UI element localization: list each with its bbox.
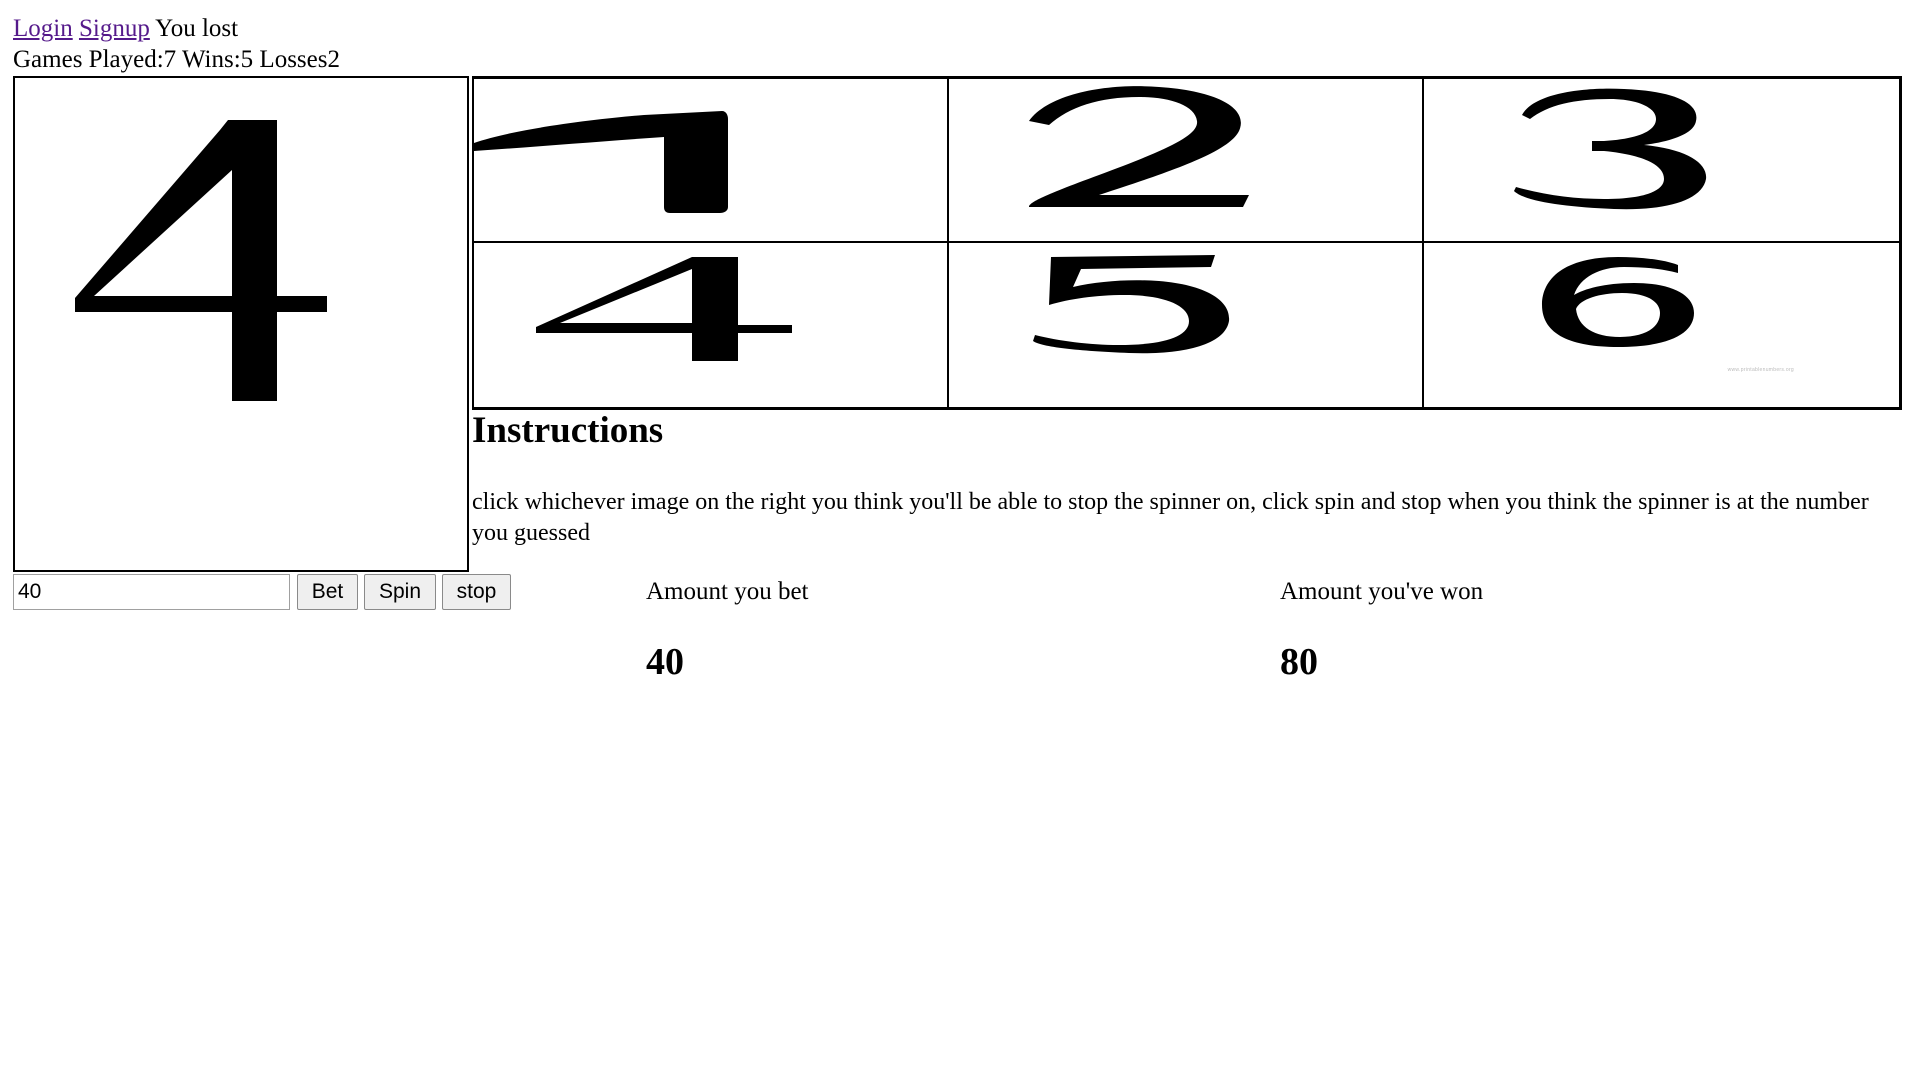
- number-3-image: [1514, 88, 1707, 210]
- spinner-display: [13, 76, 469, 572]
- top-bar: Login Signup You lost: [13, 13, 238, 44]
- number-2-image: [1029, 86, 1249, 207]
- option-cell-5[interactable]: [949, 243, 1424, 407]
- bet-button[interactable]: Bet: [297, 574, 358, 610]
- instructions-text: click whichever image on the right you t…: [472, 489, 1869, 546]
- option-cell-3[interactable]: [1424, 79, 1899, 243]
- amount-bet-label: Amount you bet: [646, 578, 809, 605]
- number-options-grid: www.printablenumbers.org: [472, 76, 1902, 410]
- number-5-image: [1033, 255, 1230, 354]
- watermark-text: www.printablenumbers.org: [1727, 367, 1794, 373]
- login-link[interactable]: Login: [13, 15, 73, 42]
- signup-link[interactable]: Signup: [79, 15, 150, 42]
- stop-button[interactable]: stop: [442, 574, 511, 610]
- spinner-digit-image: [75, 120, 327, 401]
- option-cell-4[interactable]: [474, 243, 949, 407]
- number-4-image: [536, 257, 792, 361]
- number-6-image: [1542, 257, 1694, 347]
- bet-amount-input[interactable]: [13, 574, 290, 610]
- option-cell-1[interactable]: [474, 79, 949, 243]
- page: Login Signup You lost Games Played:7 Win…: [0, 0, 1920, 1080]
- game-status: You lost: [155, 15, 239, 42]
- option-cell-2[interactable]: [949, 79, 1424, 243]
- game-stats: Games Played:7 Wins:5 Losses2: [13, 46, 340, 73]
- spin-button[interactable]: Spin: [364, 574, 436, 610]
- instructions-heading: Instructions: [472, 410, 664, 451]
- option-cell-6[interactable]: www.printablenumbers.org: [1424, 243, 1899, 407]
- amount-bet-value: 40: [646, 641, 684, 683]
- amount-won-value: 80: [1280, 641, 1318, 683]
- amount-won-label: Amount you've won: [1280, 578, 1484, 605]
- number-1-image: [474, 111, 728, 213]
